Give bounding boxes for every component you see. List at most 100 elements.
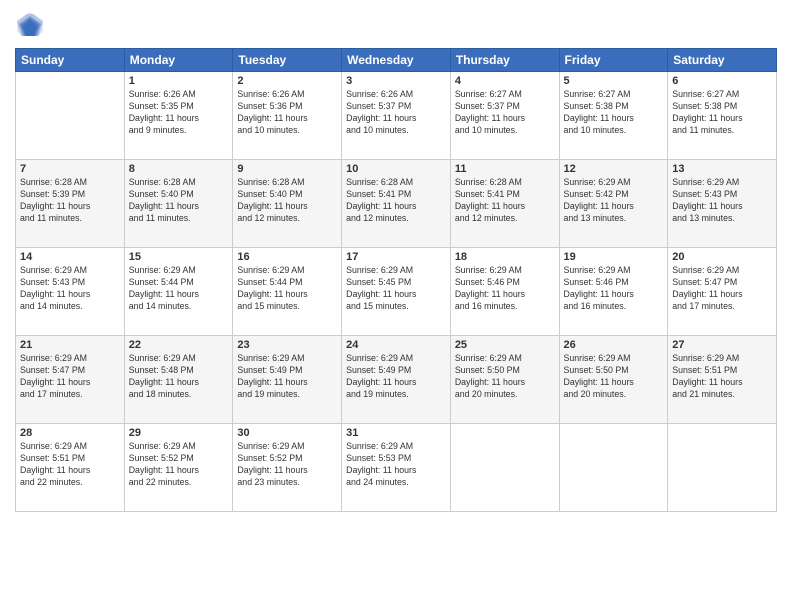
calendar-cell: 31 Sunrise: 6:29 AMSunset: 5:53 PMDayligh… [342, 424, 451, 512]
calendar-cell: 10Sunrise: 6:28 AMSunset: 5:41 PMDayligh… [342, 160, 451, 248]
calendar-week-row: 14 Sunrise: 6:29 AMSunset: 5:43 PMDayligh… [16, 248, 777, 336]
day-number: 14 [20, 251, 120, 263]
calendar-cell: 12 Sunrise: 6:29 AMSunset: 5:42 PMDayligh… [559, 160, 668, 248]
calendar-cell: 22 Sunrise: 6:29 AMSunset: 5:48 PMDayligh… [124, 336, 233, 424]
calendar-cell: 18 Sunrise: 6:29 AMSunset: 5:46 PMDayligh… [450, 248, 559, 336]
day-info: Sunrise: 6:29 AMSunset: 5:44 PMDaylight:… [237, 265, 337, 313]
day-number: 11 [455, 163, 555, 175]
day-number: 31 [346, 427, 446, 439]
calendar-cell: 17 Sunrise: 6:29 AMSunset: 5:45 PMDayligh… [342, 248, 451, 336]
day-info: Sunrise: 6:29 AMSunset: 5:42 PMDaylight:… [564, 177, 664, 225]
calendar-cell: 5Sunrise: 6:27 AMSunset: 5:38 PMDaylight… [559, 72, 668, 160]
calendar-cell: 2 Sunrise: 6:26 AMSunset: 5:36 PMDaylight… [233, 72, 342, 160]
day-info: Sunrise: 6:29 AMSunset: 5:52 PMDaylight:… [237, 441, 337, 489]
day-number: 15 [129, 251, 229, 263]
calendar-cell: 28 Sunrise: 6:29 AMSunset: 5:51 PMDayligh… [16, 424, 125, 512]
day-info: Sunrise: 6:27 AMSunset: 5:38 PMDaylight:… [564, 89, 664, 137]
day-number: 13 [672, 163, 772, 175]
day-of-week-header: Tuesday [233, 49, 342, 72]
calendar-cell [450, 424, 559, 512]
day-info: Sunrise: 6:28 AMSunset: 5:41 PMDaylight:… [346, 177, 446, 225]
day-number: 23 [237, 339, 337, 351]
day-number: 30 [237, 427, 337, 439]
day-info: Sunrise: 6:26 AMSunset: 5:35 PMDaylight:… [129, 89, 229, 137]
day-number: 18 [455, 251, 555, 263]
day-info: Sunrise: 6:29 AMSunset: 5:50 PMDaylight:… [455, 353, 555, 401]
day-info: Sunrise: 6:29 AMSunset: 5:49 PMDaylight:… [346, 353, 446, 401]
calendar-cell: 29 Sunrise: 6:29 AMSunset: 5:52 PMDayligh… [124, 424, 233, 512]
day-info: Sunrise: 6:29 AMSunset: 5:47 PMDaylight:… [672, 265, 772, 313]
day-number: 4 [455, 75, 555, 87]
day-number: 9 [237, 163, 337, 175]
day-info: Sunrise: 6:29 AMSunset: 5:49 PMDaylight:… [237, 353, 337, 401]
day-number: 12 [564, 163, 664, 175]
day-number: 8 [129, 163, 229, 175]
day-of-week-header: Saturday [668, 49, 777, 72]
calendar-cell: 3 Sunrise: 6:26 AMSunset: 5:37 PMDaylight… [342, 72, 451, 160]
calendar-cell: 24 Sunrise: 6:29 AMSunset: 5:49 PMDayligh… [342, 336, 451, 424]
day-info: Sunrise: 6:27 AMSunset: 5:37 PMDaylight:… [455, 89, 555, 137]
day-info: Sunrise: 6:29 AMSunset: 5:52 PMDaylight:… [129, 441, 229, 489]
day-info: Sunrise: 6:29 AMSunset: 5:45 PMDaylight:… [346, 265, 446, 313]
day-number: 22 [129, 339, 229, 351]
day-info: Sunrise: 6:29 AMSunset: 5:48 PMDaylight:… [129, 353, 229, 401]
day-of-week-header: Friday [559, 49, 668, 72]
day-number: 27 [672, 339, 772, 351]
day-info: Sunrise: 6:28 AMSunset: 5:41 PMDaylight:… [455, 177, 555, 225]
calendar-cell: 19 Sunrise: 6:29 AMSunset: 5:46 PMDayligh… [559, 248, 668, 336]
calendar-cell: 30 Sunrise: 6:29 AMSunset: 5:52 PMDayligh… [233, 424, 342, 512]
day-number: 3 [346, 75, 446, 87]
logo-icon [15, 10, 45, 40]
calendar-cell: 9Sunrise: 6:28 AMSunset: 5:40 PMDaylight… [233, 160, 342, 248]
day-number: 28 [20, 427, 120, 439]
calendar-cell: 4 Sunrise: 6:27 AMSunset: 5:37 PMDaylight… [450, 72, 559, 160]
calendar-week-row: 1 Sunrise: 6:26 AMSunset: 5:35 PMDaylight… [16, 72, 777, 160]
calendar-cell: 15 Sunrise: 6:29 AMSunset: 5:44 PMDayligh… [124, 248, 233, 336]
day-info: Sunrise: 6:28 AMSunset: 5:39 PMDaylight:… [20, 177, 120, 225]
logo [15, 10, 49, 40]
day-number: 6 [672, 75, 772, 87]
calendar-cell: 6Sunrise: 6:27 AMSunset: 5:38 PMDaylight… [668, 72, 777, 160]
day-number: 1 [129, 75, 229, 87]
day-info: Sunrise: 6:29 AMSunset: 5:51 PMDaylight:… [672, 353, 772, 401]
day-number: 2 [237, 75, 337, 87]
calendar-cell [559, 424, 668, 512]
day-info: Sunrise: 6:29 AMSunset: 5:46 PMDaylight:… [564, 265, 664, 313]
day-number: 16 [237, 251, 337, 263]
day-number: 17 [346, 251, 446, 263]
calendar-cell: 13Sunrise: 6:29 AMSunset: 5:43 PMDayligh… [668, 160, 777, 248]
day-number: 21 [20, 339, 120, 351]
calendar-cell: 25 Sunrise: 6:29 AMSunset: 5:50 PMDayligh… [450, 336, 559, 424]
day-info: Sunrise: 6:29 AMSunset: 5:53 PMDaylight:… [346, 441, 446, 489]
day-info: Sunrise: 6:26 AMSunset: 5:36 PMDaylight:… [237, 89, 337, 137]
day-info: Sunrise: 6:29 AMSunset: 5:50 PMDaylight:… [564, 353, 664, 401]
day-number: 26 [564, 339, 664, 351]
day-info: Sunrise: 6:29 AMSunset: 5:44 PMDaylight:… [129, 265, 229, 313]
calendar-cell [668, 424, 777, 512]
calendar-cell: 21 Sunrise: 6:29 AMSunset: 5:47 PMDayligh… [16, 336, 125, 424]
day-number: 7 [20, 163, 120, 175]
day-number: 24 [346, 339, 446, 351]
day-info: Sunrise: 6:26 AMSunset: 5:37 PMDaylight:… [346, 89, 446, 137]
page: SundayMondayTuesdayWednesdayThursdayFrid… [0, 0, 792, 612]
calendar-cell [16, 72, 125, 160]
calendar-week-row: 21 Sunrise: 6:29 AMSunset: 5:47 PMDayligh… [16, 336, 777, 424]
day-number: 19 [564, 251, 664, 263]
day-number: 25 [455, 339, 555, 351]
header [15, 10, 777, 40]
day-of-week-header: Sunday [16, 49, 125, 72]
calendar-cell: 1 Sunrise: 6:26 AMSunset: 5:35 PMDaylight… [124, 72, 233, 160]
day-info: Sunrise: 6:29 AMSunset: 5:47 PMDaylight:… [20, 353, 120, 401]
calendar-week-row: 7 Sunrise: 6:28 AMSunset: 5:39 PMDaylight… [16, 160, 777, 248]
day-number: 20 [672, 251, 772, 263]
day-info: Sunrise: 6:29 AMSunset: 5:51 PMDaylight:… [20, 441, 120, 489]
day-info: Sunrise: 6:29 AMSunset: 5:46 PMDaylight:… [455, 265, 555, 313]
calendar-cell: 7 Sunrise: 6:28 AMSunset: 5:39 PMDaylight… [16, 160, 125, 248]
day-info: Sunrise: 6:29 AMSunset: 5:43 PMDaylight:… [20, 265, 120, 313]
day-of-week-header: Wednesday [342, 49, 451, 72]
day-of-week-header: Thursday [450, 49, 559, 72]
calendar-cell: 11 Sunrise: 6:28 AMSunset: 5:41 PMDayligh… [450, 160, 559, 248]
calendar-week-row: 28 Sunrise: 6:29 AMSunset: 5:51 PMDayligh… [16, 424, 777, 512]
day-number: 29 [129, 427, 229, 439]
calendar-cell: 20 Sunrise: 6:29 AMSunset: 5:47 PMDayligh… [668, 248, 777, 336]
